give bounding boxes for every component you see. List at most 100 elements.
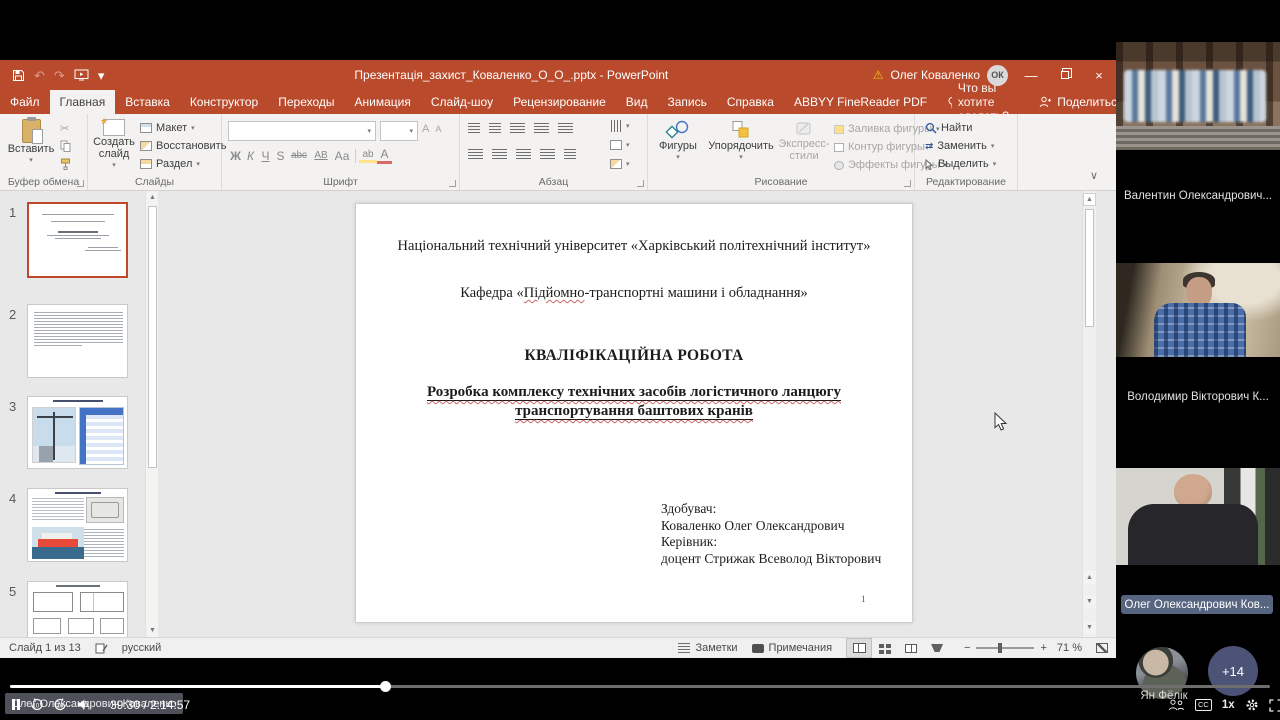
tab-abbyy[interactable]: ABBYY FineReader PDF <box>784 90 937 114</box>
quick-styles-button[interactable]: Экспресс-стили <box>778 120 830 162</box>
seek-handle[interactable] <box>380 681 392 692</box>
redo-icon[interactable]: ↷ <box>54 69 65 82</box>
slide-counter[interactable]: Слайд 1 из 13 <box>9 642 81 654</box>
tab-slideshow[interactable]: Слайд-шоу <box>421 90 503 114</box>
slide-scroll-thumb[interactable] <box>1085 209 1094 327</box>
align-text-button[interactable]: ▾ <box>610 140 630 150</box>
slide-topic-line-1[interactable]: Розробка комплексу технічних засобів лог… <box>356 384 912 401</box>
fit-slide-button[interactable] <box>1096 643 1108 653</box>
columns-icon[interactable] <box>564 149 576 159</box>
slideshow-view-button[interactable] <box>924 638 950 658</box>
playback-speed[interactable]: 1x <box>1222 699 1235 711</box>
paste-button[interactable]: Вставить ▾ <box>8 117 54 167</box>
replace-button[interactable]: ⇄ Заменить ▾ <box>925 140 994 152</box>
tell-me-box[interactable]: Что вы хотите сделать? <box>937 81 1025 123</box>
slide-scroll-up[interactable]: ▲ <box>1083 193 1096 206</box>
save-icon[interactable] <box>12 69 25 82</box>
section-button[interactable]: Раздел ▾ <box>140 158 200 170</box>
decrease-indent-icon[interactable] <box>510 123 525 133</box>
shapes-button[interactable]: Фигуры ▾ <box>654 120 702 164</box>
slide-topic-line-2[interactable]: транспортування баштових кранів <box>356 403 912 420</box>
comments-toggle[interactable]: Примечания <box>769 642 833 654</box>
notes-toggle[interactable]: Заметки <box>695 642 737 654</box>
character-spacing-icon[interactable]: АВ <box>310 150 332 161</box>
zoom-out-button[interactable]: − <box>964 642 970 654</box>
bold-icon[interactable]: Ж <box>228 149 243 163</box>
undo-icon[interactable]: ↶ <box>34 69 45 82</box>
tab-transitions[interactable]: Переходы <box>268 90 344 114</box>
drawing-dialog-launcher[interactable] <box>904 180 911 187</box>
copy-button[interactable] <box>60 140 71 152</box>
normal-view-button[interactable] <box>846 638 873 658</box>
fullscreen-icon[interactable] <box>1268 698 1280 712</box>
spellcheck-icon[interactable] <box>95 642 108 654</box>
next-slide-button[interactable]: ▼ <box>1083 595 1096 608</box>
cut-button[interactable]: ✂ <box>60 122 69 135</box>
zoom-slider-thumb[interactable] <box>998 643 1003 653</box>
find-button[interactable]: Найти <box>925 122 972 134</box>
zoom-level[interactable]: 71 % <box>1057 642 1082 654</box>
close-button[interactable]: × <box>1082 60 1116 90</box>
tab-file[interactable]: Файл <box>0 90 50 114</box>
slide-3-thumbnail[interactable] <box>27 396 128 469</box>
slide-authors-block[interactable]: Здобувач: Коваленко Олег Олександрович К… <box>661 501 881 567</box>
reset-button[interactable]: Восстановить <box>140 140 226 152</box>
collapse-ribbon-icon[interactable]: ∨ <box>1090 169 1098 182</box>
tab-help[interactable]: Справка <box>717 90 784 114</box>
forward-10-icon[interactable]: 10 <box>53 697 68 712</box>
slide-2-thumbnail[interactable] <box>27 304 128 378</box>
thumbnail-scrollbar[interactable]: ▲ ▼ <box>145 191 159 637</box>
reading-view-button[interactable] <box>898 638 924 658</box>
grow-font-icon[interactable]: А <box>422 123 429 135</box>
previous-slide-button[interactable]: ▲ <box>1083 571 1096 584</box>
slide-5-thumbnail[interactable] <box>27 581 128 637</box>
tab-design[interactable]: Конструктор <box>180 90 268 114</box>
bullets-icon[interactable] <box>468 123 480 133</box>
slide-4-thumbnail[interactable] <box>27 488 128 562</box>
font-name-dropdown[interactable]: ▾ <box>228 121 376 141</box>
seek-bar[interactable] <box>10 681 1270 692</box>
tab-record[interactable]: Запись <box>657 90 716 114</box>
slide-department-line[interactable]: Кафедра «Підйомно-транспортні машини і о… <box>356 285 912 302</box>
align-center-icon[interactable] <box>492 149 507 159</box>
font-size-dropdown[interactable]: ▾ <box>380 121 418 141</box>
restore-button[interactable] <box>1048 60 1082 90</box>
line-spacing-icon[interactable] <box>558 123 573 133</box>
zoom-in-button[interactable]: + <box>1040 642 1046 654</box>
slide-scroll-down[interactable]: ▼ <box>1083 621 1096 634</box>
captions-button[interactable]: CC <box>1195 699 1212 711</box>
increase-indent-icon[interactable] <box>534 123 549 133</box>
select-button[interactable]: Выделить ▾ <box>925 158 996 170</box>
layout-button[interactable]: Макет ▾ <box>140 122 195 134</box>
tab-home[interactable]: Главная <box>49 90 116 114</box>
text-shadow-icon[interactable]: S <box>273 149 288 163</box>
qat-customize-icon[interactable]: ▾ <box>98 69 105 82</box>
text-direction-button[interactable]: ▾ <box>610 120 630 132</box>
rewind-10-icon[interactable]: 10 <box>29 697 44 712</box>
zoom-slider[interactable] <box>976 643 1035 653</box>
strikethrough-icon[interactable]: abc <box>288 150 310 161</box>
participants-icon[interactable] <box>1168 699 1185 711</box>
align-left-icon[interactable] <box>468 149 483 159</box>
new-slide-button[interactable]: ★ Создать слайд ▾ <box>92 116 136 172</box>
smartart-button[interactable]: ▾ <box>610 159 630 169</box>
font-dialog-launcher[interactable] <box>449 180 456 187</box>
underline-icon[interactable]: Ч <box>258 149 273 163</box>
shrink-font-icon[interactable]: А <box>435 124 441 134</box>
slide-1-thumbnail[interactable] <box>27 202 128 278</box>
settings-gear-icon[interactable] <box>1245 698 1259 712</box>
font-color-icon[interactable]: А <box>377 147 392 164</box>
slide-heading[interactable]: КВАЛІФІКАЦІЙНА РОБОТА <box>356 347 912 365</box>
slide-canvas[interactable]: Національний технічний університет «Харк… <box>355 203 913 623</box>
tab-review[interactable]: Рецензирование <box>503 90 616 114</box>
clipboard-dialog-launcher[interactable] <box>77 180 84 187</box>
language-indicator[interactable]: русский <box>122 642 161 654</box>
slide-sorter-button[interactable] <box>872 638 898 658</box>
slide-scrollbar[interactable]: ▲ ▲ ▼ ▼ <box>1082 191 1096 637</box>
thumbnail-scroll-thumb[interactable] <box>148 206 157 468</box>
arrange-button[interactable]: Упорядочить ▾ <box>706 120 776 164</box>
tab-insert[interactable]: Вставка <box>115 90 180 114</box>
tab-animations[interactable]: Анимация <box>345 90 421 114</box>
format-painter-button[interactable] <box>60 158 71 170</box>
slide-university-line[interactable]: Національний технічний університет «Харк… <box>356 238 912 255</box>
